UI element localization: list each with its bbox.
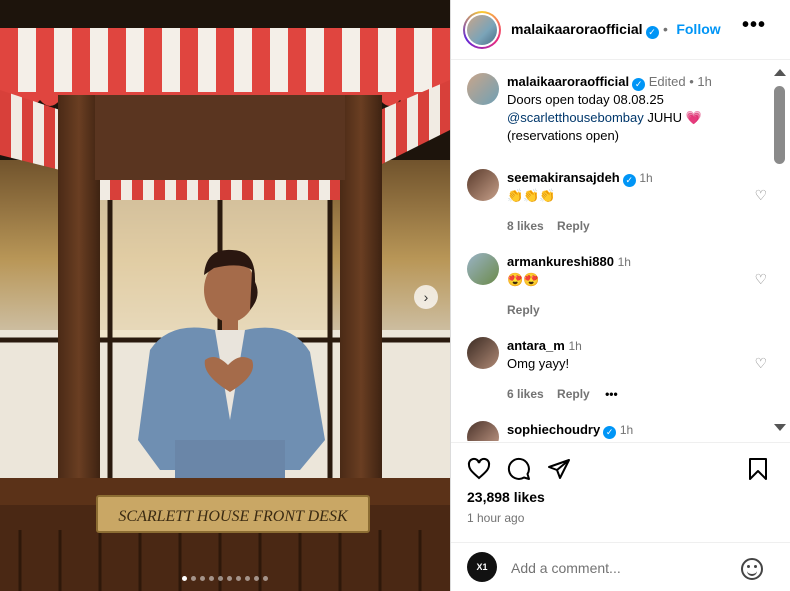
- comment-time: 1h: [619, 423, 634, 437]
- comment-meta: Reply: [507, 301, 747, 319]
- reply-button[interactable]: Reply: [557, 387, 590, 401]
- verified-badge-icon: ✓: [632, 78, 646, 91]
- instagram-post-modal: SCARLETT HOUSE FRONT DESK › malaikaarora…: [0, 0, 790, 591]
- carousel-dots: [0, 576, 450, 581]
- carousel-dot[interactable]: [182, 576, 187, 581]
- comment-body: armankureshi880 1h 😍😍 Reply: [507, 253, 747, 319]
- verified-badge-icon: ✓: [603, 426, 617, 439]
- comments-scrollbar[interactable]: [771, 61, 787, 441]
- carousel-dot[interactable]: [200, 576, 205, 581]
- verified-badge-icon: ✓: [622, 174, 636, 187]
- comment-item: antara_m 1h Omg yayy! 6 likes Reply ••• …: [467, 337, 767, 407]
- like-heart-icon[interactable]: [467, 457, 491, 481]
- carousel-dot[interactable]: [245, 576, 250, 581]
- comment-username[interactable]: sophiechoudry: [507, 422, 600, 437]
- commenter-avatar[interactable]: [467, 169, 499, 201]
- carousel-dot[interactable]: [236, 576, 241, 581]
- action-icons: [467, 457, 571, 481]
- post-actions: 23,898 likes 1 hour ago: [451, 442, 790, 542]
- comment-time: 1h: [639, 171, 653, 185]
- next-photo-button[interactable]: ›: [414, 285, 438, 309]
- follow-button[interactable]: Follow: [676, 21, 720, 37]
- share-send-icon[interactable]: [547, 457, 571, 481]
- more-options-icon[interactable]: •••: [742, 14, 766, 37]
- comment-username[interactable]: antara_m: [507, 338, 565, 353]
- caption-text: malaikaaroraofficial ✓ Edited • 1h Doors …: [507, 73, 747, 145]
- carousel-dot[interactable]: [191, 576, 196, 581]
- commenter-avatar[interactable]: [467, 253, 499, 285]
- comment-text: 👏👏👏: [507, 188, 556, 203]
- comment-time: 1h: [568, 339, 582, 353]
- carousel-dot[interactable]: [263, 576, 268, 581]
- caption-edited: Edited • 1h: [648, 74, 712, 89]
- like-comment-heart-icon[interactable]: ♡: [754, 355, 767, 372]
- reply-button[interactable]: Reply: [557, 219, 590, 233]
- scroll-down-arrow-icon[interactable]: [774, 424, 786, 431]
- comment-item: sophiechoudry ✓ 1h: [467, 421, 767, 441]
- author-avatar[interactable]: [463, 10, 501, 49]
- emoji-picker-icon[interactable]: [741, 558, 763, 580]
- carousel-dot[interactable]: [218, 576, 223, 581]
- like-comment-heart-icon[interactable]: ♡: [754, 271, 767, 288]
- reply-button[interactable]: Reply: [507, 303, 540, 317]
- comments-list: malaikaaroraofficial ✓ Edited • 1h Doors …: [451, 61, 777, 441]
- caption-username[interactable]: malaikaaroraofficial: [507, 74, 629, 89]
- like-comment-heart-icon[interactable]: ♡: [754, 187, 767, 204]
- comment-username[interactable]: seemakiransajdeh: [507, 170, 620, 185]
- post-photo[interactable]: SCARLETT HOUSE FRONT DESK ›: [0, 0, 450, 591]
- comment-body: seemakiransajdeh ✓ 1h 👏👏👏 8 likes Reply: [507, 169, 747, 235]
- carousel-dot[interactable]: [227, 576, 232, 581]
- caption: malaikaaroraofficial ✓ Edited • 1h Doors …: [467, 73, 767, 163]
- post-time-ago[interactable]: 1 hour ago: [467, 511, 524, 525]
- comment-item: armankureshi880 1h 😍😍 Reply ♡: [467, 253, 767, 323]
- comment-likes[interactable]: 6 likes: [507, 387, 544, 401]
- carousel-dot[interactable]: [209, 576, 214, 581]
- comment-time: 1h: [617, 255, 631, 269]
- post-side-panel: malaikaaroraofficial ✓ • Follow ••• malai…: [450, 0, 790, 591]
- comment-text: Omg yayy!: [507, 356, 570, 371]
- comment-options-icon[interactable]: •••: [605, 387, 618, 401]
- commenter-avatar[interactable]: [467, 421, 499, 441]
- comment-username[interactable]: armankureshi880: [507, 254, 614, 269]
- caption-avatar[interactable]: [467, 73, 499, 105]
- add-comment-input[interactable]: [511, 556, 731, 580]
- commenter-avatar[interactable]: [467, 337, 499, 369]
- caption-line-2-tail: JUHU 💗: [643, 110, 702, 125]
- separator-dot: •: [662, 20, 668, 37]
- scroll-up-arrow-icon[interactable]: [774, 69, 786, 76]
- author-username-wrap: malaikaaroraofficial ✓ • Follow: [511, 21, 721, 39]
- caption-line-3: (reservations open): [507, 128, 619, 143]
- current-user-avatar[interactable]: X1: [467, 552, 497, 582]
- caption-mention-link[interactable]: @scarletthousebombay: [507, 110, 644, 125]
- post-likes-count[interactable]: 23,898 likes: [467, 489, 545, 505]
- comment-meta: 6 likes Reply •••: [507, 385, 747, 403]
- save-bookmark-icon[interactable]: [747, 457, 769, 481]
- photo-illustration: SCARLETT HOUSE FRONT DESK: [0, 0, 450, 591]
- comment-likes[interactable]: 8 likes: [507, 219, 544, 233]
- chevron-right-icon: ›: [423, 289, 429, 305]
- sign-text: SCARLETT HOUSE FRONT DESK: [118, 508, 349, 525]
- caption-line-1: Doors open today 08.08.25: [507, 92, 664, 107]
- comment-bubble-icon[interactable]: [507, 457, 531, 481]
- comment-meta: 8 likes Reply: [507, 217, 747, 235]
- author-username[interactable]: malaikaaroraofficial: [511, 21, 643, 37]
- post-header: malaikaaroraofficial ✓ • Follow •••: [451, 0, 790, 60]
- comment-body: antara_m 1h Omg yayy! 6 likes Reply •••: [507, 337, 747, 403]
- verified-badge-icon: ✓: [645, 25, 659, 39]
- add-comment-bar: X1: [451, 542, 790, 591]
- carousel-dot[interactable]: [254, 576, 259, 581]
- comment-item: seemakiransajdeh ✓ 1h 👏👏👏 8 likes Reply ♡: [467, 169, 767, 239]
- comment-body: sophiechoudry ✓ 1h: [507, 421, 747, 439]
- comment-text: 😍😍: [507, 272, 540, 287]
- scrollbar-thumb[interactable]: [774, 86, 785, 164]
